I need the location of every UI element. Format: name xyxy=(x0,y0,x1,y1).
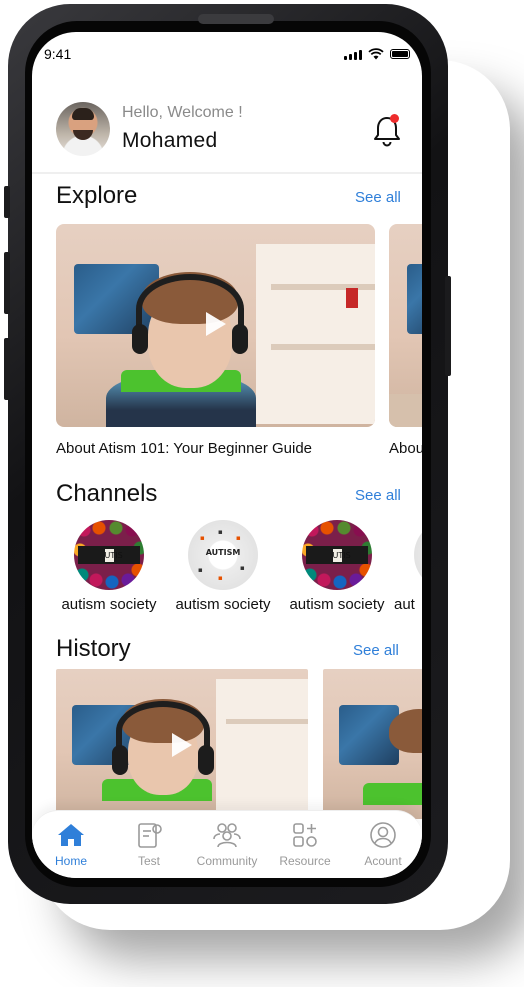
nav-community-label: Community xyxy=(196,854,258,868)
phone-power-button xyxy=(445,276,451,376)
channel-logo: UTIS xyxy=(74,520,144,590)
bg-red-cup xyxy=(346,288,358,308)
community-icon xyxy=(213,823,241,848)
app-header: Hello, Welcome ! Mohamed xyxy=(32,92,422,174)
kid-collar xyxy=(363,783,422,805)
notification-badge xyxy=(390,114,399,123)
explore-video-caption[interactable]: About Atism 101: Your Beginner Guide xyxy=(56,440,312,457)
play-icon[interactable] xyxy=(206,312,226,336)
kid-headphone-ear xyxy=(198,745,214,775)
explore-video-caption-next[interactable]: Abou xyxy=(389,440,422,457)
channels-title: Channels xyxy=(56,480,158,507)
explore-video-thumbnail-next[interactable] xyxy=(389,224,422,427)
cellular-signal-icon xyxy=(344,49,362,60)
nav-resource[interactable]: Resource xyxy=(269,811,341,878)
channel-logo-band: UTIS xyxy=(78,546,140,564)
channel-item[interactable]: AUTISM ▪ ▪ ▪ ▪ ▪ ▪ autism society xyxy=(166,520,280,613)
bottom-navigation: Home Test Community Resource Acount xyxy=(32,810,422,878)
channel-item-partial[interactable]: aut xyxy=(394,520,422,613)
kid-headphones xyxy=(136,274,244,344)
account-icon xyxy=(370,822,396,848)
app-screen: 9:41 Hello, Welcome ! Mohamed Explore Se… xyxy=(32,32,422,878)
nav-account[interactable]: Acount xyxy=(347,811,419,878)
phone-speaker xyxy=(198,14,274,24)
bg-shelf-line xyxy=(226,719,308,724)
bg-floor xyxy=(389,394,422,427)
channel-item[interactable]: UTIS autism society xyxy=(280,520,394,613)
channel-item[interactable]: UTIS autism society xyxy=(52,520,166,613)
play-icon[interactable] xyxy=(172,733,192,757)
nav-test[interactable]: Test xyxy=(113,811,185,878)
kid-headphone-ear xyxy=(112,745,128,775)
channel-name: aut xyxy=(394,596,415,613)
nav-test-label: Test xyxy=(137,854,160,868)
phone-mute-switch xyxy=(4,186,10,218)
history-title: History xyxy=(56,635,131,662)
channel-logo-text: AUTISM xyxy=(205,548,241,557)
history-see-all-link[interactable]: See all xyxy=(353,642,399,659)
channel-name: autism society xyxy=(289,596,385,613)
nav-home-label: Home xyxy=(54,854,87,868)
history-video-thumbnail[interactable] xyxy=(56,669,308,819)
kid-headphone-ear xyxy=(132,324,148,354)
explore-title: Explore xyxy=(56,182,138,209)
status-time: 9:41 xyxy=(44,46,72,62)
channel-logo-band: UTIS xyxy=(306,546,368,564)
test-icon xyxy=(138,823,162,848)
greeting-text: Hello, Welcome ! xyxy=(122,104,243,121)
bg-shelf xyxy=(256,244,375,424)
home-icon xyxy=(58,824,84,846)
phone-volume-down xyxy=(4,338,10,400)
channel-name: autism society xyxy=(61,596,157,613)
channel-logo xyxy=(414,520,422,590)
bg-shelf-line xyxy=(271,344,375,350)
wifi-icon xyxy=(368,48,384,60)
channel-logo: AUTISM ▪ ▪ ▪ ▪ ▪ ▪ xyxy=(188,520,258,590)
nav-community[interactable]: Community xyxy=(191,811,263,878)
battery-icon xyxy=(390,49,410,59)
phone-volume-up xyxy=(4,252,10,314)
history-video-thumbnail-next[interactable] xyxy=(323,669,422,819)
username: Mohamed xyxy=(122,129,218,152)
bg-tv xyxy=(407,264,422,334)
bg-shelf-line xyxy=(271,284,375,290)
kid-headphones xyxy=(116,701,210,761)
channels-see-all-link[interactable]: See all xyxy=(355,487,401,504)
channel-logo: UTIS xyxy=(302,520,372,590)
nav-home[interactable]: Home xyxy=(35,811,107,878)
status-icons xyxy=(344,48,410,60)
explore-video-thumbnail[interactable] xyxy=(56,224,375,427)
avatar[interactable] xyxy=(56,102,110,156)
explore-see-all-link[interactable]: See all xyxy=(355,189,401,206)
nav-account-label: Acount xyxy=(364,854,402,868)
resource-icon xyxy=(293,823,317,847)
nav-resource-label: Resource xyxy=(279,854,331,868)
channel-name: autism society xyxy=(175,596,271,613)
kid-headphone-ear xyxy=(232,324,248,354)
bg-shelf xyxy=(216,679,308,819)
